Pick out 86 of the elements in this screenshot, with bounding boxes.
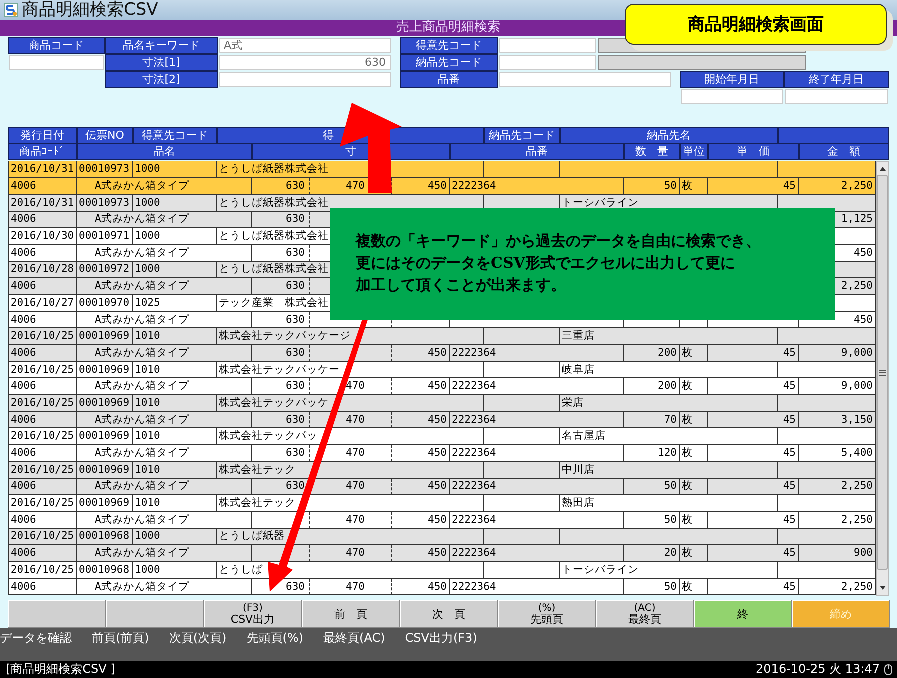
table-cell: 00010969 — [77, 328, 133, 346]
table-cell: 1010 — [133, 362, 217, 378]
table-cell: 2016/10/25 — [8, 362, 77, 378]
window-title: 商品明細検索CSV — [22, 0, 158, 20]
table-cell: 2016/10/30 — [8, 228, 77, 245]
key-hint: データを確認 — [0, 630, 72, 646]
table-cell: 2016/10/28 — [8, 262, 77, 278]
field-label: 得意先コード — [400, 37, 498, 54]
table-cell: A式みかん箱タイプ — [77, 578, 252, 596]
table-cell: 1000 — [133, 262, 217, 278]
table-cell: 50 — [624, 578, 680, 596]
callout-text: 商品明細検索画面 — [688, 14, 824, 36]
table-cell: 2222364 — [450, 578, 624, 596]
table-cell: 1000 — [133, 194, 217, 212]
table-cell: 1025 — [133, 294, 217, 312]
field-label: 開始年月日 — [680, 71, 784, 88]
table-cell: 栄店 — [560, 395, 778, 412]
column-header: 伝票NO — [77, 127, 133, 144]
table-cell: 岐阜店 — [560, 362, 778, 378]
table-cell: 2016/10/25 — [8, 562, 77, 579]
table-cell: 名古屋店 — [560, 428, 778, 446]
table-cell: 2016/10/31 — [8, 194, 77, 212]
key-hint: 最終頁(AC) — [324, 630, 386, 646]
key-hint: 次頁(次頁) — [169, 630, 227, 646]
table-cell: 00010968 — [77, 562, 133, 579]
date-time: 2016-10-25 火 13:47 — [756, 661, 880, 678]
field-label: 寸法[1] — [105, 54, 218, 71]
table-cell: 00010973 — [77, 194, 133, 212]
table-cell: 熱田店 — [560, 495, 778, 512]
key-hint: CSV出力(F3) — [405, 630, 478, 646]
table-cell: 00010969 — [77, 428, 133, 446]
table-cell: 2016/10/25 — [8, 495, 77, 512]
column-header: 数 量 — [624, 143, 680, 160]
key-hint: 前頁(前頁) — [92, 630, 150, 646]
table-cell: 00010969 — [77, 462, 133, 479]
column-header: 品名 — [77, 143, 252, 160]
field-label: 品名キーワード — [105, 37, 218, 54]
table-cell: 2016/10/25 — [8, 395, 77, 412]
table-cell: 2016/10/25 — [8, 462, 77, 479]
table-cell: 4006 — [8, 578, 77, 596]
column-header: 品番 — [450, 143, 624, 160]
field-label: 終了年月日 — [784, 71, 889, 88]
table-cell: 450 — [392, 578, 450, 596]
screen-title: 売上商品明細検索 — [396, 20, 500, 36]
field-label: 商品コード — [8, 37, 105, 54]
program-name: [商品明細検索CSV ] — [6, 661, 116, 678]
table-cell: 中川店 — [560, 462, 778, 479]
table-cell: 00010969 — [77, 362, 133, 378]
table-cell: 1000 — [133, 528, 217, 546]
column-header: 発行日付 — [8, 127, 77, 144]
column-header: 金 額 — [799, 143, 889, 160]
table-cell: 1000 — [133, 228, 217, 245]
field-label: 寸法[2] — [105, 71, 218, 88]
column-header: 得意先コード — [133, 127, 217, 144]
table-cell: 2016/10/25 — [8, 528, 77, 546]
table-cell: 2016/10/27 — [8, 294, 77, 312]
table-cell: 00010969 — [77, 395, 133, 412]
table-cell: 1010 — [133, 328, 217, 346]
field-label: 納品先コード — [400, 54, 498, 71]
column-header: 商品ｺｰﾄﾞ — [8, 143, 77, 160]
table-cell: 00010971 — [77, 228, 133, 245]
table-cell: 三重店 — [560, 328, 778, 346]
table-cell: 2016/10/31 — [8, 161, 77, 178]
column-header: 単位 — [680, 143, 708, 160]
table-cell: 00010969 — [77, 495, 133, 512]
table-cell: 00010972 — [77, 262, 133, 278]
table-cell: 00010970 — [77, 294, 133, 312]
table-cell: 470 — [310, 578, 392, 596]
key-hint: 先頭頁(%) — [246, 630, 304, 646]
table-cell: 45 — [708, 578, 799, 596]
table-cell: 1010 — [133, 395, 217, 412]
table-cell: 2016/10/25 — [8, 328, 77, 346]
table-cell: 2016/10/25 — [8, 428, 77, 446]
table-cell: トーシバライン — [560, 562, 778, 579]
table-cell: 00010968 — [77, 528, 133, 546]
table-cell: 1000 — [133, 161, 217, 178]
table-cell: 1000 — [133, 562, 217, 579]
table-cell: 1010 — [133, 428, 217, 446]
table-cell: 1010 — [133, 462, 217, 479]
column-header: 単 価 — [708, 143, 799, 160]
field-label: 品番 — [400, 71, 498, 88]
column-header: 納品先名 — [560, 127, 778, 144]
table-cell: 00010973 — [77, 161, 133, 178]
table-cell: 1010 — [133, 495, 217, 512]
column-header: 納品先コード — [484, 127, 560, 144]
table-cell: 枚 — [680, 578, 708, 596]
